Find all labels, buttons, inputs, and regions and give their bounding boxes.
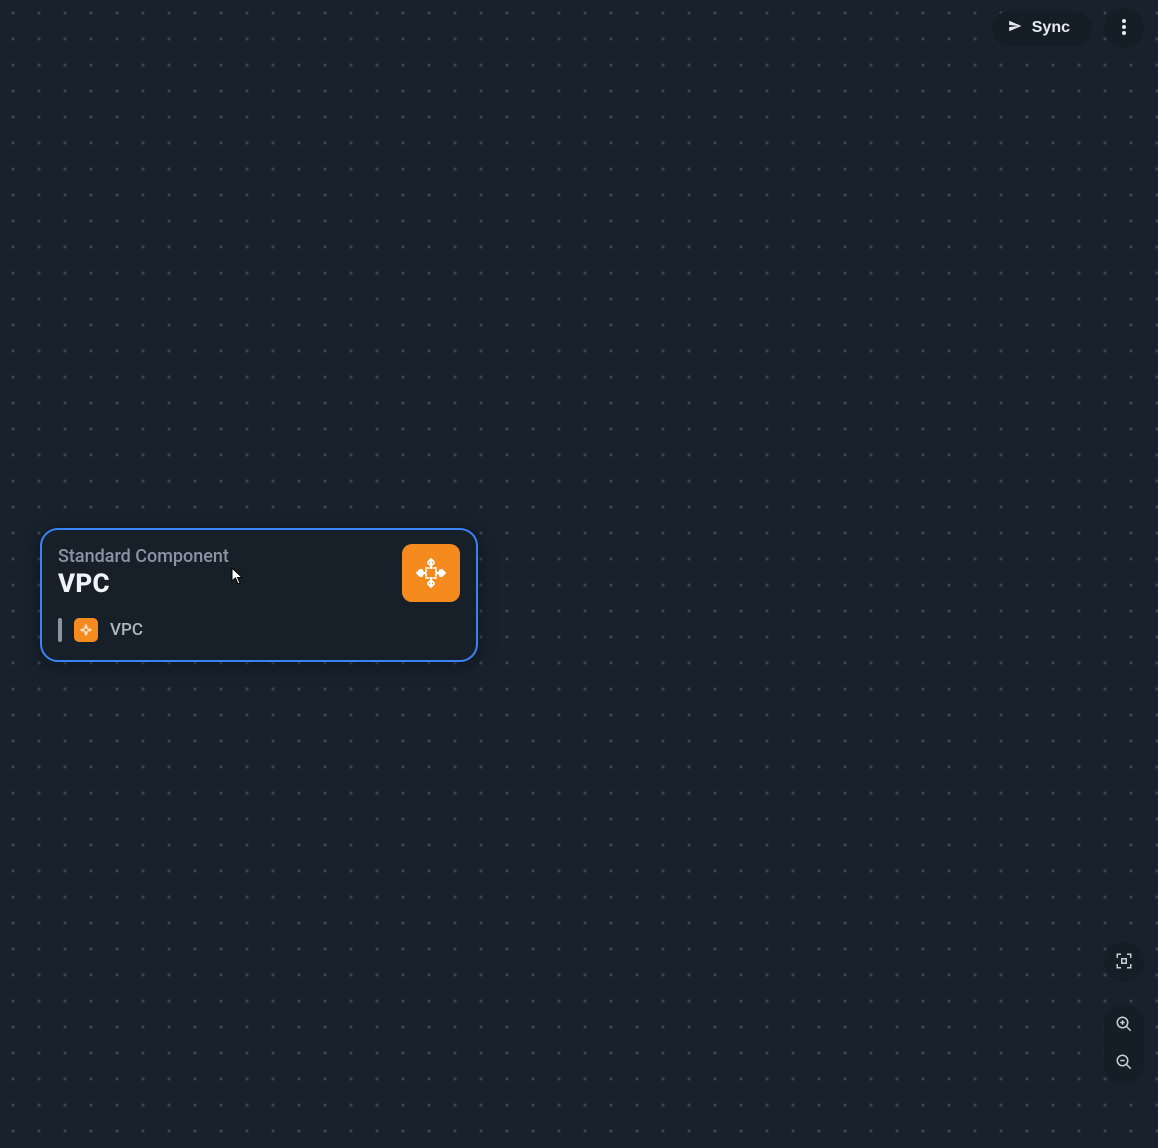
- resource-label: VPC: [110, 620, 143, 640]
- status-indicator: [58, 618, 62, 642]
- fit-view-button[interactable]: [1104, 942, 1144, 982]
- card-header: Standard Component VPC: [58, 544, 460, 602]
- zoom-out-button[interactable]: [1104, 1044, 1144, 1082]
- zoom-controls: [1104, 1004, 1144, 1084]
- card-subtitle: Standard Component: [58, 546, 229, 567]
- card-footer: VPC: [58, 618, 460, 642]
- card-title: VPC: [58, 569, 229, 599]
- vpc-icon: [74, 618, 98, 642]
- card-header-text: Standard Component VPC: [58, 544, 229, 599]
- sync-button-label: Sync: [1032, 19, 1070, 37]
- vpc-icon: [402, 544, 460, 602]
- paper-plane-icon: [1008, 19, 1022, 38]
- more-button[interactable]: [1104, 8, 1144, 48]
- more-vertical-icon: [1122, 19, 1126, 38]
- zoom-in-button[interactable]: [1104, 1006, 1144, 1044]
- view-controls: [1104, 942, 1144, 1084]
- component-card-vpc[interactable]: Standard Component VPC: [40, 528, 478, 662]
- zoom-out-icon: [1115, 1053, 1133, 1074]
- zoom-in-icon: [1115, 1015, 1133, 1036]
- sync-button[interactable]: Sync: [992, 11, 1092, 46]
- frame-fit-icon: [1115, 952, 1133, 973]
- top-toolbar: Sync: [992, 8, 1144, 48]
